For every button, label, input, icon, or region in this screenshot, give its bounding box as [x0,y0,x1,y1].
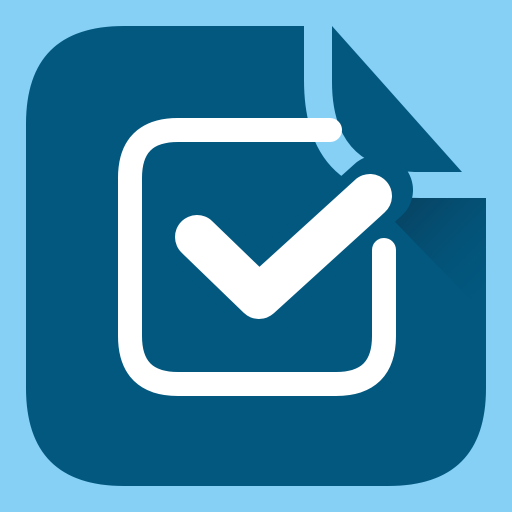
icon-canvas [0,0,512,512]
checklist-app-icon [26,0,512,486]
